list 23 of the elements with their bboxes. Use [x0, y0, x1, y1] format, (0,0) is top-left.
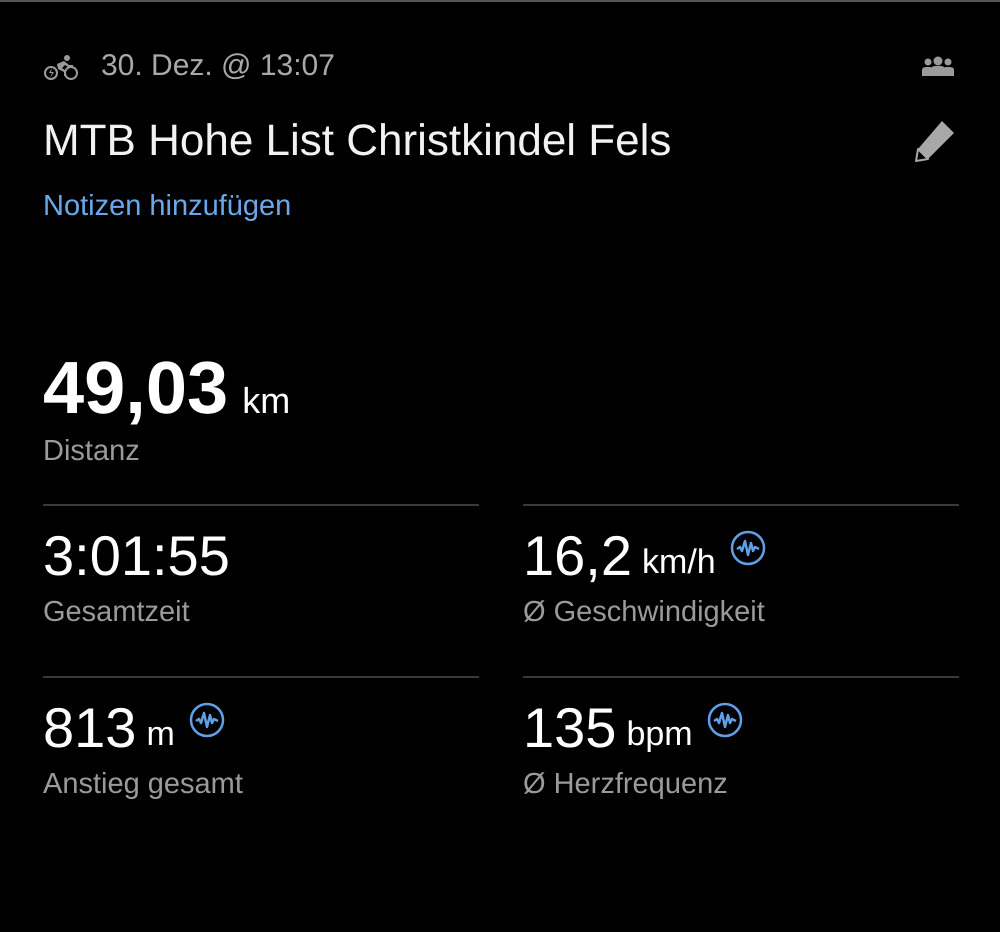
distance-label: Distanz [43, 435, 141, 468]
distance-value: 49,03 [43, 351, 228, 425]
stat-unit: m [146, 715, 175, 755]
stat-value: 135 [523, 700, 616, 756]
stat-value: 813 [43, 700, 136, 756]
waveform-icon[interactable] [188, 702, 225, 738]
stat-label: Ø Herzfrequenz [523, 768, 729, 801]
waveform-icon[interactable] [706, 702, 743, 738]
distance-unit: km [242, 380, 290, 422]
stat-label: Anstieg gesamt [43, 768, 244, 801]
add-notes-link[interactable]: Notizen hinzufügen [43, 190, 292, 223]
activity-date: 30. Dez. @ 13:07 [101, 49, 335, 83]
group-icon[interactable] [921, 56, 955, 76]
pencil-icon[interactable] [912, 119, 956, 163]
stat-label: Gesamtzeit [43, 596, 191, 629]
stat-value: 16,2 [523, 528, 632, 584]
activity-title: MTB Hohe List Christkindel Fels [43, 116, 672, 166]
stat-unit: bpm [626, 715, 693, 755]
stat-unit: km/h [642, 543, 716, 583]
bicycle-icon [43, 52, 79, 80]
stat-value: 3:01:55 [43, 528, 230, 584]
stat-label: Ø Geschwindigkeit [523, 596, 766, 629]
waveform-icon[interactable] [730, 530, 766, 566]
